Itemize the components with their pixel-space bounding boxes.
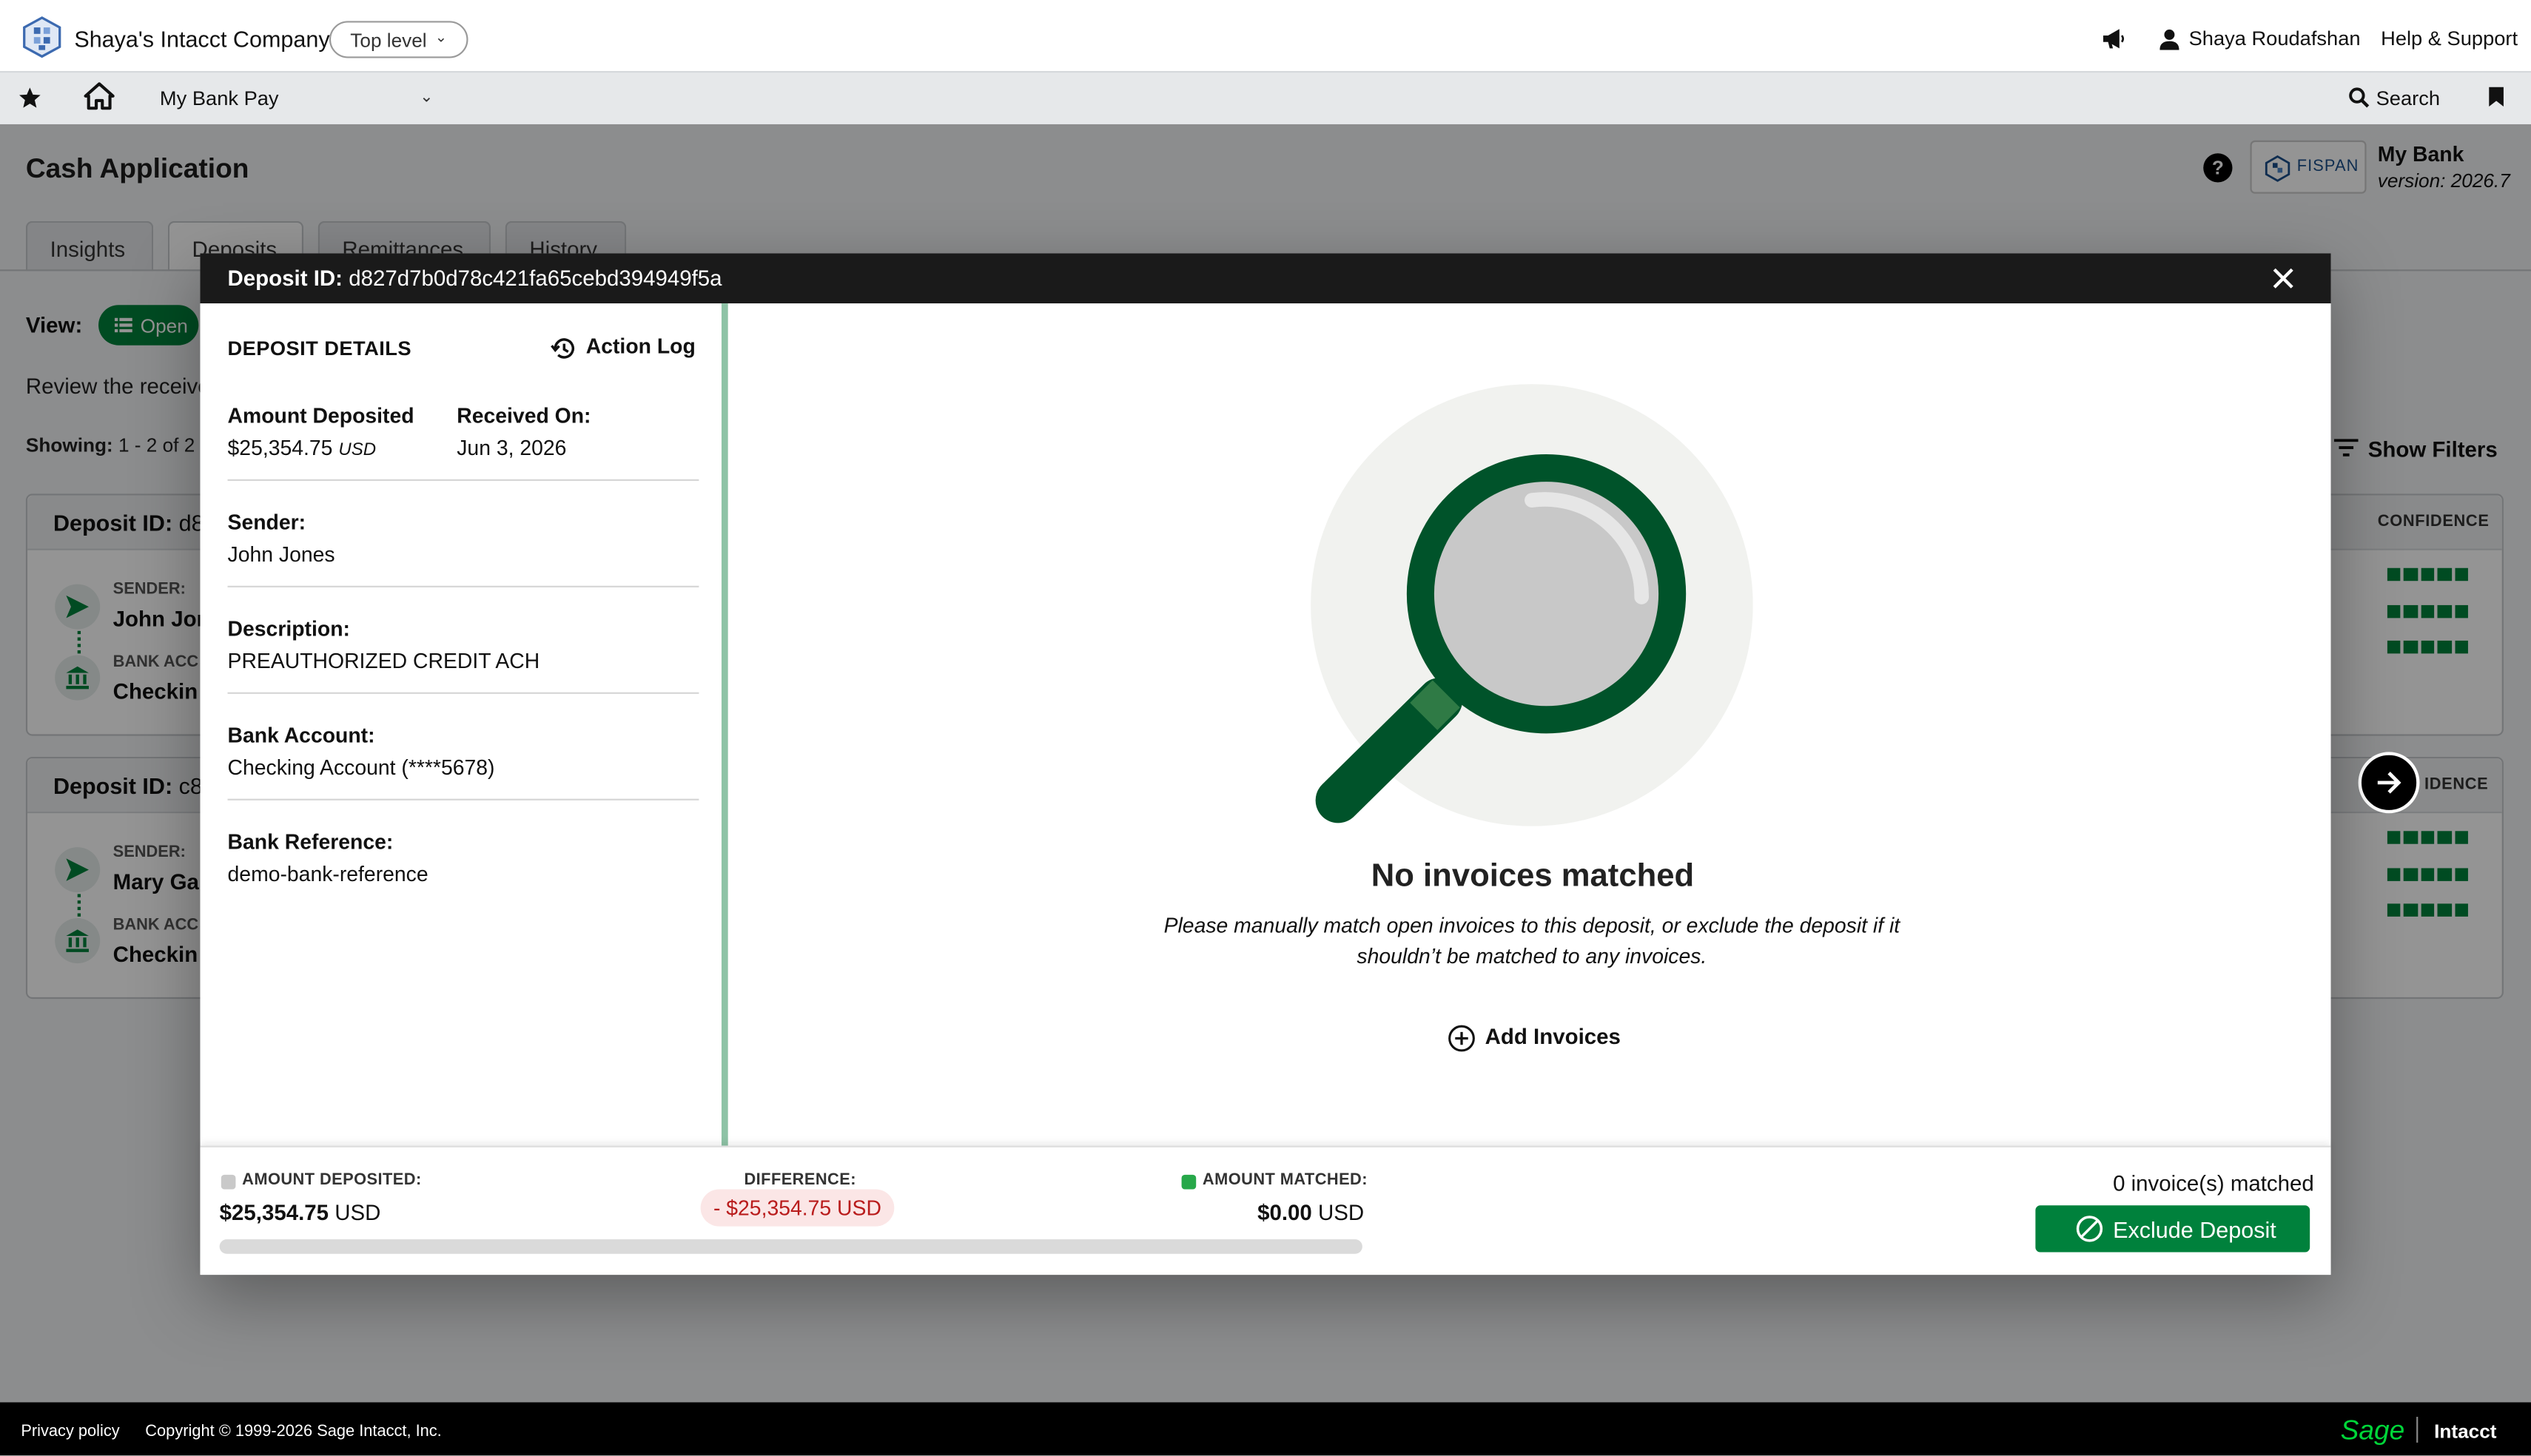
modal-title-label: Deposit ID: bbox=[227, 266, 343, 291]
megaphone-icon[interactable] bbox=[2102, 27, 2125, 50]
received-on-label: Received On: bbox=[457, 403, 591, 428]
description-value: PREAUTHORIZED CREDIT ACH bbox=[227, 648, 540, 673]
matched-amount: $0.00 bbox=[1257, 1200, 1312, 1225]
level-selector[interactable]: Top level ⌄ bbox=[329, 21, 468, 58]
matched-currency: USD bbox=[1318, 1200, 1365, 1225]
amount-deposited-value: $25,354.75 USD bbox=[228, 436, 377, 460]
next-deposit-button[interactable] bbox=[2358, 752, 2420, 814]
description-label: Description: bbox=[227, 616, 350, 641]
user-icon bbox=[2159, 29, 2179, 50]
amount-currency: USD bbox=[338, 440, 377, 460]
amount-deposited-summary-label: AMOUNT DEPOSITED: bbox=[242, 1171, 422, 1190]
close-icon[interactable] bbox=[2271, 266, 2296, 291]
exclude-deposit-label: Exclude Deposit bbox=[2113, 1216, 2276, 1243]
no-invoices-description: Please manually match open invoices to t… bbox=[1163, 913, 1900, 968]
bank-account-label: Bank Account: bbox=[227, 723, 375, 747]
sender-value: John Jones bbox=[227, 542, 335, 567]
app-root: Shaya's Intacct Company Top level ⌄ Shay… bbox=[0, 0, 2531, 1456]
help-support-link[interactable]: Help & Support bbox=[2381, 27, 2518, 50]
bank-account-value: Checking Account (****5678) bbox=[227, 755, 495, 780]
level-label: Top level bbox=[350, 29, 427, 52]
bookmark-icon[interactable] bbox=[2487, 86, 2505, 109]
chevron-down-icon[interactable]: ⌄ bbox=[420, 89, 433, 107]
star-icon[interactable] bbox=[18, 86, 42, 110]
chevron-down-icon: ⌄ bbox=[434, 29, 448, 46]
privacy-policy-link[interactable]: Privacy policy bbox=[21, 1423, 119, 1441]
modal-title: Deposit ID: d827d7b0d78c421fa65cebd39494… bbox=[228, 266, 722, 291]
modal-header: Deposit ID: d827d7b0d78c421fa65cebd39494… bbox=[200, 253, 2331, 304]
amount-matched-label: AMOUNT MATCHED: bbox=[1202, 1171, 1368, 1190]
company-logo[interactable] bbox=[23, 16, 61, 58]
deposited-currency: USD bbox=[335, 1200, 381, 1225]
bank-reference-label: Bank Reference: bbox=[227, 829, 394, 854]
arrow-right-icon bbox=[2377, 772, 2401, 794]
amount-matched-summary: $0.00 USD bbox=[1257, 1201, 1364, 1225]
home-icon[interactable] bbox=[84, 82, 115, 110]
deposit-modal: Deposit ID: d827d7b0d78c421fa65cebd39494… bbox=[200, 253, 2331, 1275]
deposit-details-pane: DEPOSIT DETAILS Action Log Amount Deposi… bbox=[200, 303, 728, 1146]
footer-divider bbox=[2416, 1417, 2419, 1443]
deposited-legend-swatch bbox=[221, 1174, 236, 1190]
divider bbox=[227, 692, 699, 694]
amount-deposited-summary: $25,354.75 USD bbox=[220, 1201, 381, 1225]
difference-label: DIFFERENCE: bbox=[744, 1171, 856, 1190]
copyright-text: Copyright © 1999-2026 Sage Intacct, Inc. bbox=[145, 1423, 442, 1441]
sage-logo: Sage bbox=[2340, 1415, 2405, 1446]
divider bbox=[227, 479, 699, 481]
matched-invoices-pane: No invoices matched Please manually matc… bbox=[734, 303, 2330, 1146]
match-progress-bar bbox=[219, 1239, 1362, 1254]
top-bar: Shaya's Intacct Company Top level ⌄ Shay… bbox=[0, 0, 2531, 71]
magnifier-illustration bbox=[1311, 384, 1753, 826]
page-footer: Privacy policy Copyright © 1999-2026 Sag… bbox=[0, 1402, 2531, 1456]
bank-reference-value: demo-bank-reference bbox=[227, 861, 428, 886]
sender-label: Sender: bbox=[227, 510, 306, 534]
history-icon bbox=[551, 338, 575, 359]
amount-deposited-label: Amount Deposited bbox=[227, 403, 414, 428]
received-on-value: Jun 3, 2026 bbox=[457, 435, 567, 460]
search-icon[interactable] bbox=[2349, 87, 2370, 108]
deposited-amount: $25,354.75 bbox=[219, 1200, 329, 1225]
add-invoices-button[interactable]: Add Invoices bbox=[1448, 1025, 1621, 1052]
intacct-logo: Intacct bbox=[2434, 1420, 2497, 1443]
search-link[interactable]: Search bbox=[2376, 87, 2440, 110]
modal-summary-footer: AMOUNT DEPOSITED: $25,354.75 USD DIFFERE… bbox=[200, 1145, 2331, 1275]
difference-badge: - $25,354.75 USD bbox=[700, 1189, 895, 1227]
nav-bar: My Bank Pay ⌄ Search bbox=[0, 70, 2531, 124]
matched-legend-swatch bbox=[1181, 1174, 1197, 1190]
matched-count: 0 invoice(s) matched bbox=[2113, 1171, 2314, 1196]
company-name[interactable]: Shaya's Intacct Company bbox=[74, 26, 329, 52]
block-icon bbox=[2076, 1216, 2103, 1242]
plus-circle-icon bbox=[1448, 1025, 1475, 1052]
user-menu[interactable]: Shaya Roudafshan bbox=[2189, 27, 2361, 50]
deposit-details-title: DEPOSIT DETAILS bbox=[227, 337, 411, 360]
action-log-label: Action Log bbox=[585, 334, 696, 359]
modal-title-value: d827d7b0d78c421fa65cebd394949f5a bbox=[349, 266, 722, 291]
app-menu[interactable]: My Bank Pay bbox=[160, 87, 279, 110]
amount-value: $25,354.75 bbox=[227, 435, 333, 460]
divider bbox=[227, 585, 699, 587]
no-invoices-title: No invoices matched bbox=[1371, 858, 1695, 894]
action-log-button[interactable]: Action Log bbox=[551, 334, 696, 359]
add-invoices-label: Add Invoices bbox=[1485, 1025, 1621, 1049]
divider bbox=[227, 798, 699, 801]
exclude-deposit-button[interactable]: Exclude Deposit bbox=[2035, 1205, 2310, 1253]
